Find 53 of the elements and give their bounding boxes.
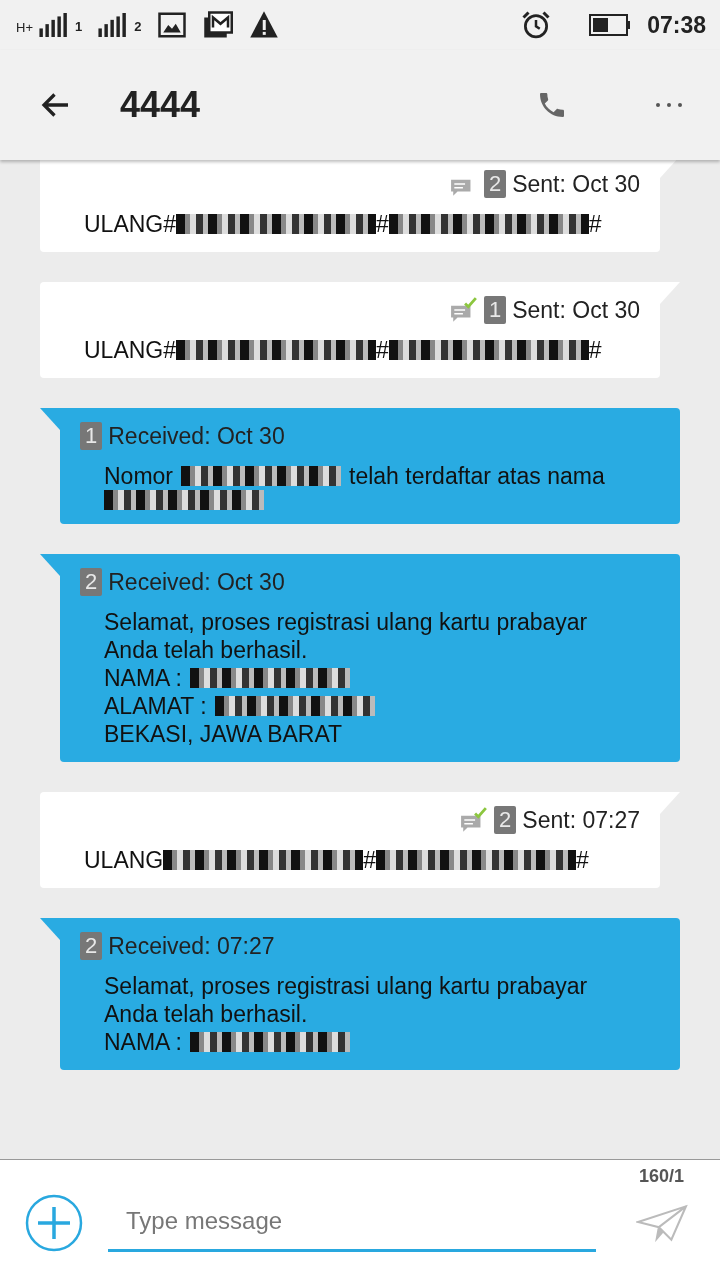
sim-number: 1 bbox=[75, 19, 83, 34]
clock-time: 07:38 bbox=[647, 11, 706, 39]
message-text: # bbox=[588, 336, 602, 364]
character-counter: 160/1 bbox=[638, 1166, 684, 1187]
message-text: # bbox=[576, 846, 589, 874]
message-text: Anda telah berhasil. bbox=[104, 636, 308, 664]
composer-bar[interactable]: 160/1 Type message bbox=[0, 1159, 720, 1280]
message-timestamp: Sent: 07:27 bbox=[522, 806, 640, 834]
message-text: BEKASI, JAWA BARAT bbox=[104, 720, 343, 748]
message-text: telah terdaftar atas nama bbox=[349, 462, 605, 490]
message-timestamp: Sent: Oct 30 bbox=[512, 170, 640, 198]
message-timestamp: Sent: Oct 30 bbox=[512, 296, 640, 324]
sim-badge: 2 bbox=[80, 932, 103, 960]
received-message-bubble[interactable]: 2 Received: 07:27 Selamat, proses registrasi ulang kartu prabayar Anda telah berhasil. NAMA : bbox=[60, 918, 680, 1070]
message-text: # bbox=[376, 336, 389, 364]
more-options-icon[interactable] bbox=[654, 101, 684, 109]
message-timestamp: Received: Oct 30 bbox=[108, 568, 285, 596]
battery-icon bbox=[589, 14, 632, 36]
message-text: Nomor bbox=[104, 462, 173, 490]
received-message-bubble[interactable]: 1 Received: Oct 30 Nomor telah terdaftar atas nama bbox=[60, 408, 680, 524]
message-text: ULANG# bbox=[84, 210, 177, 238]
message-text: Selamat, proses registrasi ulang kartu prabayar bbox=[104, 972, 588, 1000]
message-text: # bbox=[588, 210, 602, 238]
warning-icon bbox=[249, 10, 280, 40]
sent-message-bubble[interactable]: 2 Sent: 07:27 ULANG # # bbox=[40, 792, 660, 888]
message-text: ULANG# bbox=[84, 336, 177, 364]
signal-icon bbox=[39, 13, 69, 37]
image-icon bbox=[157, 10, 188, 40]
message-text: # bbox=[376, 210, 389, 238]
add-attachment-icon[interactable] bbox=[24, 1193, 84, 1253]
sim-badge: 2 bbox=[483, 170, 507, 198]
message-timestamp: Received: Oct 30 bbox=[108, 422, 285, 450]
message-text: ALAMAT : bbox=[104, 692, 207, 720]
alarm-icon bbox=[521, 10, 552, 40]
sent-message-bubble[interactable]: 1 Sent: Oct 30 ULANG# # # bbox=[40, 282, 660, 378]
message-text: NAMA : bbox=[104, 1028, 182, 1056]
message-text: # bbox=[363, 846, 377, 874]
network-type: H+ bbox=[16, 20, 33, 35]
message-text: Anda telah berhasil. bbox=[104, 1000, 308, 1028]
message-input-field[interactable]: Type message bbox=[108, 1194, 596, 1252]
message-timestamp: Received: 07:27 bbox=[108, 932, 275, 960]
signal-icon bbox=[98, 13, 129, 37]
sim-badge: 2 bbox=[80, 568, 103, 596]
message-text: Selamat, proses registrasi ulang kartu prabayar bbox=[104, 608, 588, 636]
received-message-bubble[interactable]: 2 Received: Oct 30 Selamat, proses registrasi ulang kartu prabayar Anda telah berhasil. NAMA : ALAMAT : BEKASI, JAWA BARAT bbox=[60, 554, 680, 762]
sim-badge: 1 bbox=[483, 296, 507, 324]
sim-number: 2 bbox=[134, 19, 142, 34]
mail-icon bbox=[203, 10, 234, 40]
sim-badge: 1 bbox=[80, 422, 103, 450]
sim-badge: 2 bbox=[494, 806, 517, 834]
message-text: ULANG bbox=[84, 846, 164, 874]
conversation-title: 4444 bbox=[120, 84, 202, 126]
message-text: NAMA : bbox=[104, 664, 182, 692]
